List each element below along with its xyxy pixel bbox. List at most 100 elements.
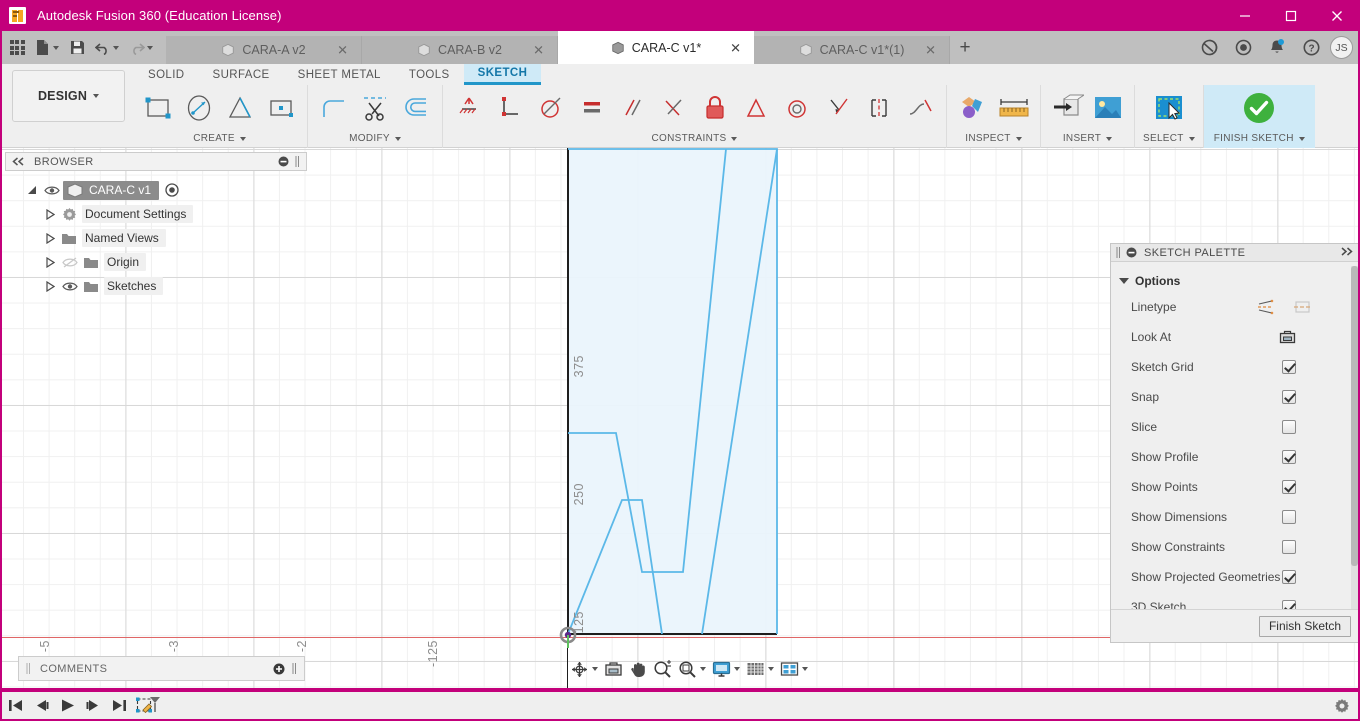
browser-item-chip[interactable]: Origin [104,253,147,271]
ribbon-tab-tools[interactable]: TOOLS [395,64,464,85]
grip-icon[interactable] [1116,247,1121,258]
ribbon-tab-sketch[interactable]: SKETCH [463,64,542,85]
midpoint-icon[interactable] [736,87,776,129]
visibility-eye-icon[interactable] [59,281,81,292]
center-rectangle-icon[interactable] [261,87,301,129]
look-at-camera-icon[interactable] [1279,330,1296,345]
finish-sketch-check-icon[interactable] [1235,87,1283,129]
finish-sketch-button[interactable]: Finish Sketch [1258,615,1351,637]
workspace-switcher-button[interactable]: DESIGN [12,70,125,122]
3d-sketch-checkbox[interactable] [1282,600,1296,609]
play-icon[interactable] [54,692,80,719]
measure-icon[interactable] [994,87,1034,129]
job-status-icon[interactable] [1226,31,1260,64]
trim-icon[interactable] [355,87,395,129]
display-settings-icon[interactable] [709,656,743,682]
insert-derive-icon[interactable] [1047,87,1087,129]
jump-to-beginning-icon[interactable] [2,692,28,719]
new-document-icon[interactable] [30,34,64,62]
visibility-eye-off-icon[interactable] [59,256,81,268]
curvature-icon[interactable] [900,87,940,129]
show-dimensions-checkbox[interactable] [1282,510,1296,524]
parallel-icon[interactable] [613,87,653,129]
tangent-icon[interactable] [777,87,817,129]
browser-item-chip[interactable]: Document Settings [82,205,194,223]
lock-icon[interactable] [695,87,735,129]
help-icon[interactable]: ? [1294,31,1328,64]
browser-item-origin[interactable]: Origin [5,250,295,274]
insert-canvas-icon[interactable] [1088,87,1128,129]
pan-icon[interactable] [626,656,650,682]
browser-item-chip[interactable]: Named Views [82,229,166,247]
line-icon[interactable] [220,87,260,129]
minus-circle-icon[interactable] [278,156,289,167]
circle-icon[interactable] [179,87,219,129]
visibility-eye-icon[interactable] [41,185,63,196]
grip-icon[interactable] [292,663,297,674]
settings-gear-icon[interactable] [1334,698,1350,714]
browser-item-document-settings[interactable]: Document Settings [5,202,295,226]
step-back-icon[interactable] [28,692,54,719]
expand-right-icon[interactable] [1340,246,1354,256]
jump-to-end-icon[interactable] [106,692,132,719]
app-grid-icon[interactable] [4,34,30,62]
ribbon-panel-label[interactable]: FINISH SKETCH [1214,131,1305,146]
show-points-checkbox[interactable] [1282,480,1296,494]
collinear-icon[interactable] [572,87,612,129]
browser-item-chip[interactable]: CARA-C v1 [63,180,160,200]
perpendicular-icon[interactable] [490,87,530,129]
maximize-button[interactable] [1268,0,1314,31]
extensions-icon[interactable] [1192,31,1226,64]
twisty-icon[interactable] [41,232,59,244]
horizontal-vertical-icon[interactable] [654,87,694,129]
section-analysis-icon[interactable] [953,87,993,129]
show-profile-checkbox[interactable] [1282,450,1296,464]
twisty-icon[interactable] [41,256,59,268]
grip-icon[interactable] [295,156,300,167]
construction-line-icon[interactable] [1257,299,1274,315]
notifications-icon[interactable] [1260,31,1294,64]
close-tab-icon[interactable]: ✕ [730,41,741,54]
document-tab-2[interactable]: CARA-C v1* ✕ [558,31,754,64]
grip-icon[interactable] [26,663,31,674]
symmetry-icon[interactable] [859,87,899,129]
minus-circle-icon[interactable] [1126,247,1137,258]
ribbon-panel-label[interactable]: CONSTRAINTS [652,131,738,146]
browser-item-named-views[interactable]: Named Views [5,226,295,250]
show-projected-geometries-checkbox[interactable] [1282,570,1296,584]
snap-checkbox[interactable] [1282,390,1296,404]
activate-radio-icon[interactable] [165,183,179,197]
coincident-icon[interactable] [818,87,858,129]
document-tab-1[interactable]: CARA-B v2 ✕ [362,36,558,64]
redo-icon[interactable] [124,34,158,62]
ribbon-tab-surface[interactable]: SURFACE [199,64,284,85]
document-tab-0[interactable]: CARA-A v2 ✕ [166,36,362,64]
fillet-icon[interactable] [314,87,354,129]
avatar[interactable]: JS [1330,36,1353,59]
select-cursor-icon[interactable] [1149,87,1189,129]
ribbon-panel-label[interactable]: CREATE [193,131,246,146]
look-at-icon[interactable] [601,656,626,682]
collapse-left-icon[interactable] [12,157,25,166]
ribbon-panel-label[interactable]: MODIFY [349,131,401,146]
undo-icon[interactable] [90,34,124,62]
ribbon-panel-label[interactable]: SELECT [1143,131,1195,146]
concentric-icon[interactable] [531,87,571,129]
browser-item-chip[interactable]: Sketches [104,277,164,295]
grid-snaps-icon[interactable] [743,656,777,682]
sketch-timeline-feature-icon[interactable] [132,692,164,719]
new-tab-button[interactable]: + [950,31,980,64]
fix-unfix-icon[interactable] [449,87,489,129]
ribbon-tab-solid[interactable]: SOLID [134,64,199,85]
show-constraints-checkbox[interactable] [1282,540,1296,554]
twisty-icon[interactable] [41,208,59,220]
sketch-grid-checkbox[interactable] [1282,360,1296,374]
minimize-button[interactable] [1222,0,1268,31]
twisty-icon[interactable] [41,280,59,292]
zoom-icon[interactable] [650,656,675,682]
close-tab-icon[interactable]: ✕ [925,44,936,57]
browser-item-sketches[interactable]: Sketches [5,274,295,298]
centerline-icon[interactable] [1294,299,1311,315]
options-section-header[interactable]: Options [1111,270,1359,292]
close-button[interactable] [1314,0,1360,31]
